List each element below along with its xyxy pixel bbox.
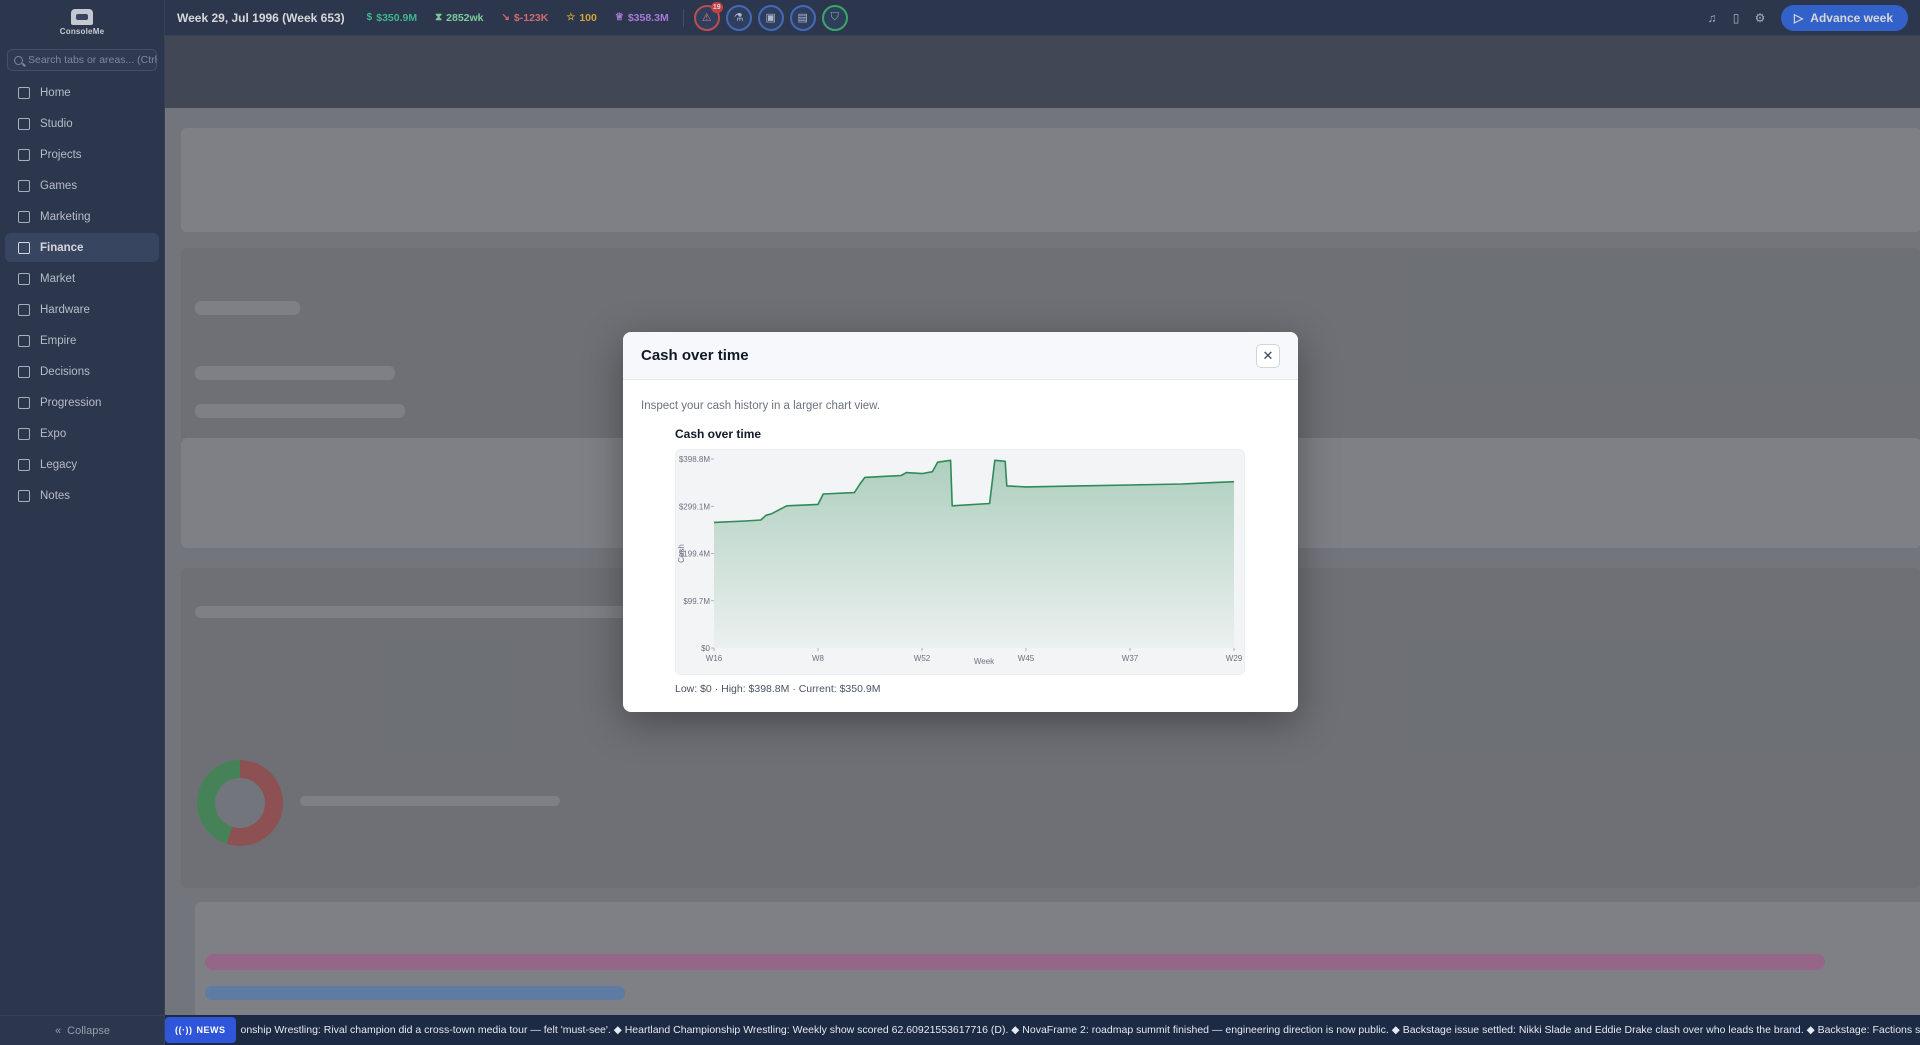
- cash-data-point[interactable]: [1211, 481, 1215, 485]
- cash-data-point[interactable]: [863, 475, 867, 479]
- modal-header: Cash over time ✕: [623, 332, 1298, 380]
- cash-data-point[interactable]: [1024, 485, 1028, 489]
- cash-data-point[interactable]: [993, 458, 997, 462]
- cash-data-point[interactable]: [1005, 484, 1009, 488]
- x-tick-label: W29: [1226, 654, 1243, 663]
- cash-data-point[interactable]: [816, 502, 820, 506]
- news-tag-label: NEWS: [196, 1025, 226, 1035]
- x-axis-title: Week: [974, 657, 995, 666]
- cash-data-point[interactable]: [904, 471, 908, 475]
- cash-data-point[interactable]: [936, 460, 940, 464]
- cash-data-point[interactable]: [769, 512, 773, 516]
- cash-data-point[interactable]: [743, 519, 747, 523]
- news-tag[interactable]: ((·)) NEWS: [165, 1017, 236, 1043]
- ticker-text: onship Wrestling: Rival champion did a c…: [240, 1024, 1920, 1036]
- close-icon: ✕: [1262, 347, 1274, 363]
- cash-chart-modal: Cash over time ✕ Inspect your cash histo…: [623, 332, 1298, 712]
- news-ticker: ((·)) NEWS onship Wrestling: Rival champ…: [165, 1015, 1920, 1045]
- cash-data-point[interactable]: [949, 458, 953, 462]
- cash-data-point[interactable]: [821, 492, 825, 496]
- chart-summary: Low: $0 · High: $398.8M · Current: $350.…: [675, 683, 881, 695]
- cash-data-point[interactable]: [950, 504, 954, 508]
- chart-svg: $0$99.7M$199.4M$299.1M$398.8MW16 W8 W52 W45…: [677, 455, 1243, 666]
- cash-data-point[interactable]: [785, 504, 789, 508]
- y-tick-label: $398.8M: [679, 455, 710, 464]
- close-button[interactable]: ✕: [1256, 343, 1280, 368]
- cash-data-point[interactable]: [1180, 482, 1184, 486]
- x-tick-label: W16: [706, 654, 723, 663]
- cash-data-point[interactable]: [759, 518, 763, 522]
- y-tick-label: $0: [701, 644, 710, 653]
- chart-title: Cash over time: [675, 427, 762, 441]
- cash-data-point[interactable]: [1076, 484, 1080, 488]
- cash-data-point[interactable]: [712, 520, 716, 524]
- cash-data-point[interactable]: [899, 473, 903, 477]
- modal-title: Cash over time: [641, 347, 749, 364]
- y-tick-label: $99.7M: [683, 597, 710, 606]
- cash-area-fill: [714, 460, 1234, 648]
- cash-data-point[interactable]: [920, 472, 924, 476]
- cash-chart[interactable]: $0 $99.7M $199.4M $299.1M $398.8M W16 W8 W52 W45…: [675, 449, 1245, 675]
- modal-description: Inspect your cash history in a larger ch…: [641, 400, 881, 412]
- cash-data-point[interactable]: [852, 491, 856, 495]
- x-tick-label: W45: [1018, 654, 1035, 663]
- y-tick-label: $299.1M: [679, 502, 710, 511]
- cash-data-point[interactable]: [1232, 480, 1236, 484]
- cash-data-point[interactable]: [764, 513, 768, 517]
- broadcast-icon: ((·)): [175, 1025, 193, 1035]
- cash-data-point[interactable]: [930, 470, 934, 474]
- cash-data-point[interactable]: [858, 482, 862, 486]
- cash-data-point[interactable]: [1128, 483, 1132, 487]
- x-tick-label: W8: [812, 654, 825, 663]
- y-axis-title: Cash: [677, 544, 686, 563]
- x-tick-label: W37: [1122, 654, 1139, 663]
- cash-data-point[interactable]: [988, 501, 992, 505]
- x-tick-label: W52: [914, 654, 931, 663]
- cash-data-point[interactable]: [1003, 459, 1007, 463]
